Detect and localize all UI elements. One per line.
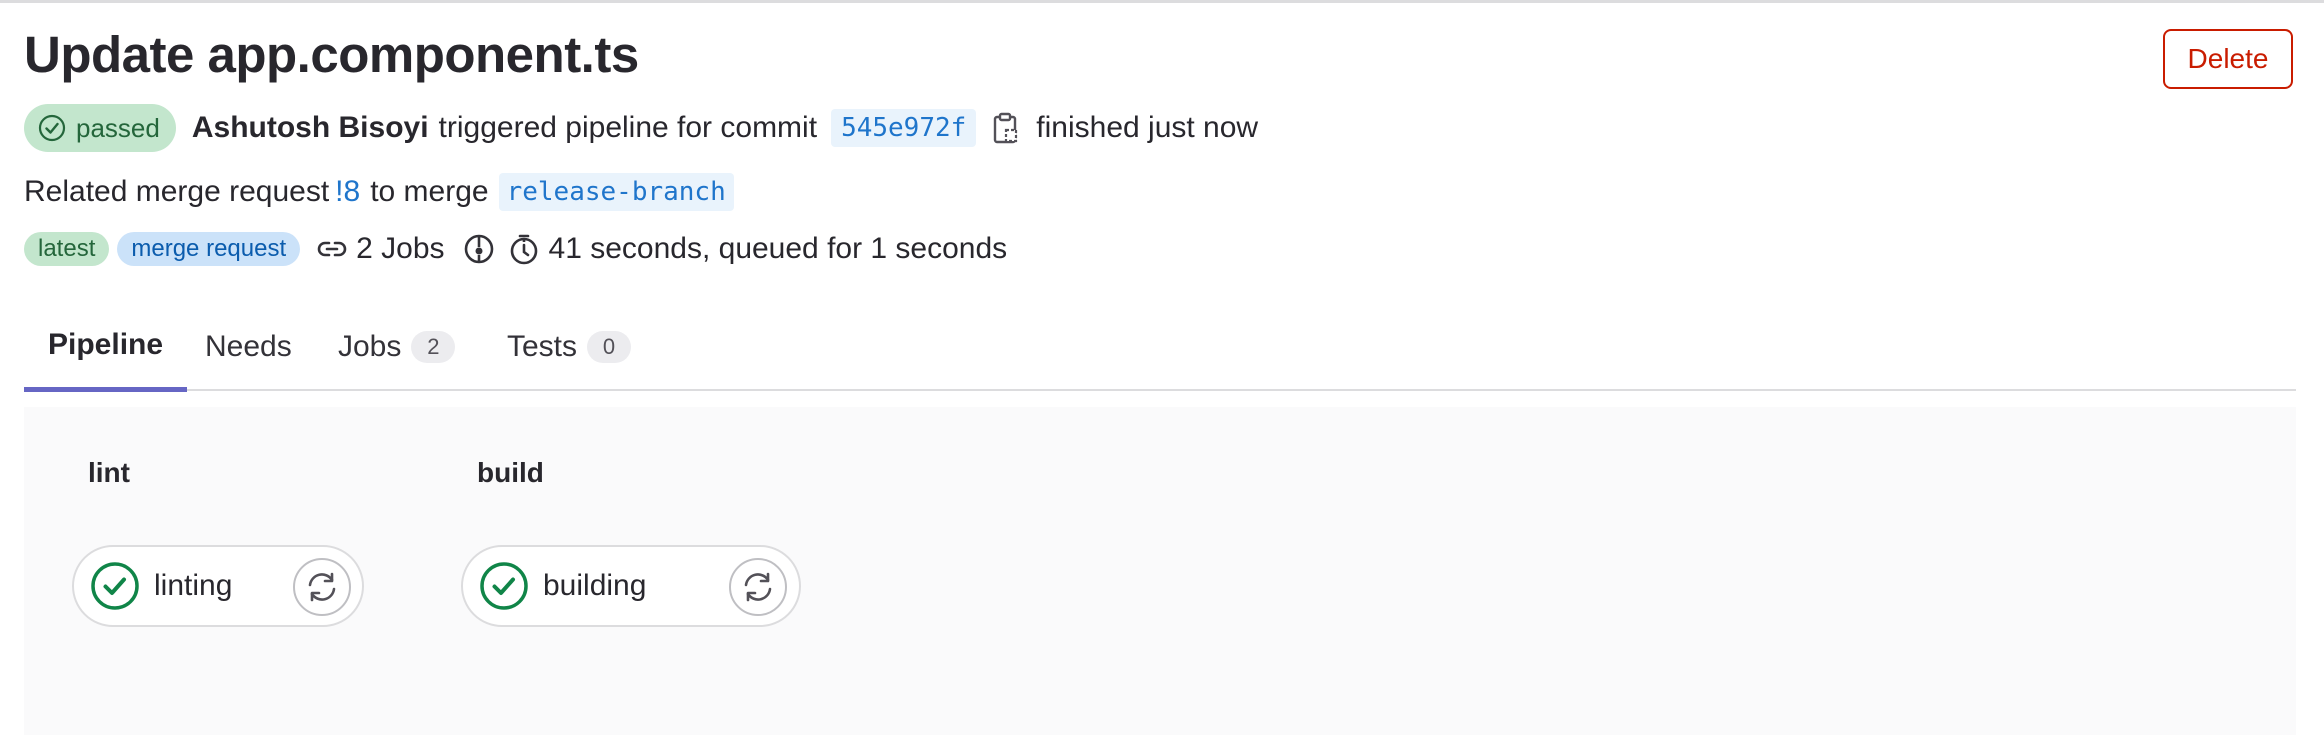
status-badge[interactable]: passed [24, 104, 176, 152]
tab-jobs-count: 2 [411, 331, 456, 363]
pipeline-summary: passed Ashutosh Bisoyi triggered pipelin… [24, 104, 1258, 152]
merge-request-prefix: Related merge request [24, 175, 330, 208]
finished-text: finished just now [1036, 111, 1259, 144]
tab-needs[interactable]: Needs [205, 303, 292, 391]
tab-pipeline[interactable]: Pipeline [24, 303, 188, 392]
stopwatch-icon [509, 233, 539, 265]
tab-tests-count: 0 [587, 331, 632, 363]
job-name-linting: linting [154, 569, 233, 602]
merge-request-link[interactable]: !8 [335, 175, 360, 209]
retry-icon[interactable] [729, 558, 787, 616]
copy-to-clipboard-icon[interactable] [992, 112, 1020, 144]
job-building[interactable]: building [461, 545, 801, 627]
tab-jobs-label: Jobs [338, 330, 402, 363]
job-linting[interactable]: linting [72, 545, 364, 627]
tab-tests-label: Tests [507, 330, 578, 363]
merge-request-info: Related merge request !8 to merge releas… [24, 171, 734, 213]
tab-tests[interactable]: Tests 0 [507, 303, 632, 391]
stage-title-lint: lint [88, 457, 130, 488]
duration-text: 41 seconds, queued for 1 seconds [548, 232, 1008, 265]
pipeline-meta: latest merge request 2 Jobs 41 seconds, … [24, 229, 1025, 269]
triggered-text: triggered pipeline for commit [438, 111, 818, 144]
tab-pipeline-label: Pipeline [48, 328, 164, 361]
job-success-icon [480, 562, 528, 610]
commit-sha-link[interactable]: 545e972f [831, 109, 977, 147]
tab-needs-label: Needs [205, 330, 292, 363]
job-success-icon [91, 562, 139, 610]
author-link[interactable]: Ashutosh Bisoyi [192, 111, 429, 145]
page-title: Update app.component.ts [24, 26, 639, 83]
to-merge-text: to merge [370, 175, 489, 208]
merge-request-badge: merge request [117, 232, 301, 266]
jobs-count: 2 Jobs [356, 232, 445, 265]
pipeline-icon [463, 233, 495, 265]
latest-badge: latest [24, 232, 110, 266]
pipeline-graph: lint linting build building [24, 407, 2296, 735]
status-label: passed [76, 112, 160, 143]
delete-button[interactable]: Delete [2163, 29, 2293, 89]
check-circle-icon [38, 114, 66, 142]
retry-icon[interactable] [293, 558, 351, 616]
job-name-building: building [543, 569, 647, 602]
tab-jobs[interactable]: Jobs 2 [338, 303, 456, 391]
pipeline-tabs: Pipeline Needs Jobs 2 Tests 0 [24, 303, 2296, 392]
branch-link[interactable]: release-branch [498, 173, 734, 211]
stage-title-build: build [477, 457, 544, 488]
link-icon [316, 239, 348, 259]
